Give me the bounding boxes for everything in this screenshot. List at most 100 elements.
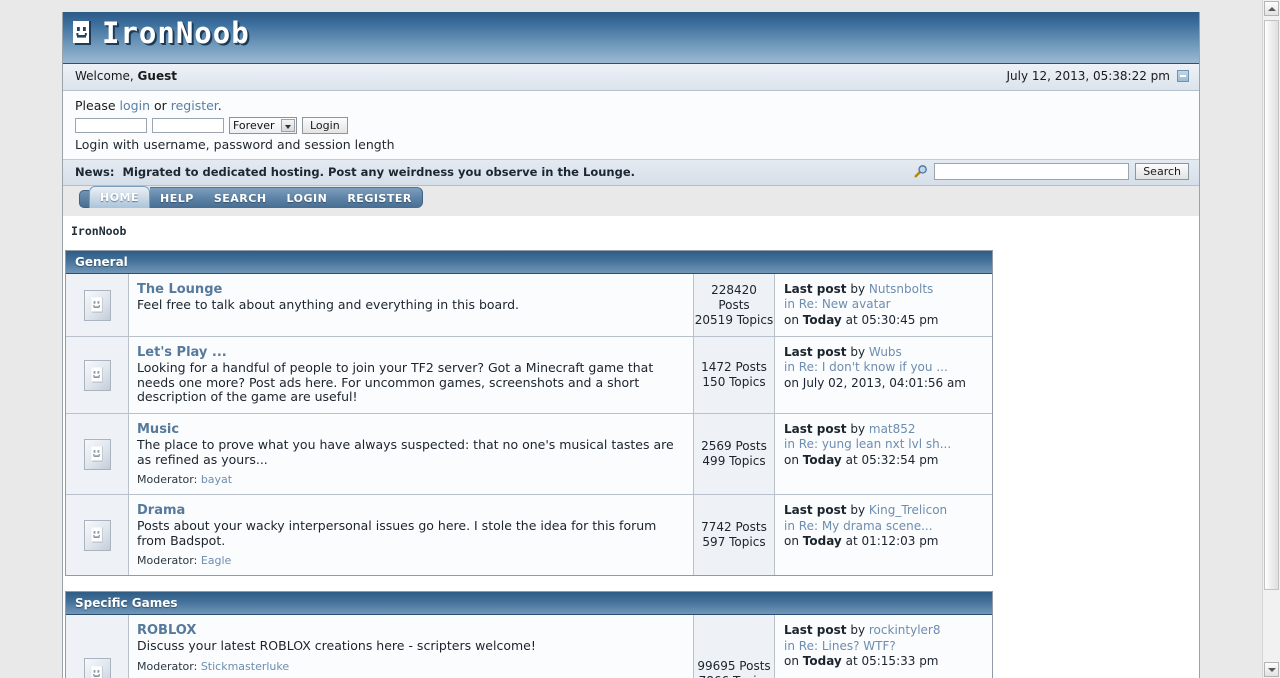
last-post-subject[interactable]: Re: My drama scene... xyxy=(799,519,933,533)
stats-posts-count: 228420 xyxy=(711,282,757,297)
last-post-label: Last post xyxy=(784,345,847,360)
site-logo[interactable]: IronNoob xyxy=(73,18,250,48)
board-title-link[interactable]: Let's Play ... xyxy=(137,345,683,360)
last-post-subject[interactable]: Re: yung lean nxt lvl sh... xyxy=(799,437,951,451)
table-row[interactable]: ROBLOX Discuss your latest ROBLOX creati… xyxy=(66,615,992,678)
pixel-face-icon xyxy=(73,21,93,45)
board-description: Looking for a handful of people to join … xyxy=(137,360,654,405)
moderator-label: Moderator: xyxy=(137,473,198,487)
last-post-on: on xyxy=(784,452,799,467)
last-post-line-time: on July 02, 2013, 04:01:56 am xyxy=(784,376,984,391)
last-post-label: Last post xyxy=(784,421,847,436)
board-stats: 228420 Posts 20519 Topics xyxy=(693,274,775,337)
tab-register[interactable]: REGISTER xyxy=(337,187,423,208)
session-length-select[interactable]: Forever xyxy=(229,117,297,134)
news-message: News: Migrated to dedicated hosting. Post… xyxy=(75,165,635,179)
board-icon xyxy=(83,289,111,321)
scrollbar-thumb[interactable] xyxy=(1264,20,1279,590)
stats-topics: 597 Topics xyxy=(702,535,766,550)
table-row[interactable]: Music The place to prove what you have a… xyxy=(66,413,992,496)
last-post-line-time: on Today at 05:32:54 pm xyxy=(784,453,984,468)
last-post-author[interactable]: King_Trelicon xyxy=(869,503,947,517)
category-header[interactable]: Specific Games xyxy=(66,592,992,616)
scroll-up-button[interactable] xyxy=(1264,1,1279,16)
last-post-in: in xyxy=(784,297,795,312)
tab-search[interactable]: SEARCH xyxy=(203,187,277,208)
stats-posts-count: 7742 Posts xyxy=(701,520,767,535)
last-post-line-subject: in Re: yung lean nxt lvl sh... xyxy=(784,437,984,452)
register-link[interactable]: register xyxy=(171,98,218,113)
last-post-subject[interactable]: Re: New avatar xyxy=(799,297,891,311)
tab-home[interactable]: HOME xyxy=(89,186,151,208)
board-title-link[interactable]: The Lounge xyxy=(137,282,683,297)
last-post-subject[interactable]: Re: Lines? WTF? xyxy=(799,639,896,653)
last-post-at: at xyxy=(845,654,858,669)
tab-login[interactable]: LOGIN xyxy=(276,187,338,208)
login-prompt: Please login or register. xyxy=(75,98,1199,113)
category-header[interactable]: General xyxy=(66,251,992,274)
last-post-by: by xyxy=(850,623,866,638)
last-post-line-time: on Today at 05:15:33 pm xyxy=(784,654,984,669)
last-post-line-time: on Today at 05:30:45 pm xyxy=(784,313,984,328)
last-post-subject[interactable]: Re: I don't know if you ... xyxy=(799,360,948,374)
breadcrumb[interactable]: IronNoob xyxy=(63,216,1199,244)
board-title-link[interactable]: ROBLOX xyxy=(137,623,683,638)
board-title-link[interactable]: Drama xyxy=(137,503,683,518)
last-post-author[interactable]: mat852 xyxy=(869,422,916,436)
last-post-author[interactable]: Wubs xyxy=(869,345,902,359)
last-post-in: in xyxy=(784,518,795,533)
username-input[interactable] xyxy=(75,118,147,133)
board-last-post: Last post by mat852 in Re: yung lean nxt… xyxy=(775,413,992,495)
last-post-line-author: Last post by Nutsnbolts xyxy=(784,282,984,297)
login-button[interactable]: Login xyxy=(302,117,348,134)
login-form-row: Forever Login xyxy=(75,117,1199,134)
login-prompt-period: . xyxy=(217,98,222,113)
board-info: Music The place to prove what you have a… xyxy=(129,413,693,495)
last-post-line-time: on Today at 01:12:03 pm xyxy=(784,534,984,549)
login-panel: Please login or register. Forever Login … xyxy=(63,91,1199,160)
last-post-day: Today xyxy=(802,452,842,467)
login-prompt-or: or xyxy=(150,98,171,113)
last-post-time: 01:12:03 pm xyxy=(861,533,939,548)
search-button[interactable]: Search xyxy=(1135,163,1189,180)
chevron-down-icon[interactable] xyxy=(281,119,295,132)
main-navigation: HOME HELP SEARCH LOGIN REGISTER xyxy=(63,186,1199,216)
board-title-link[interactable]: Music xyxy=(137,422,683,437)
table-row[interactable]: Drama Posts about your wacky interperson… xyxy=(66,495,992,576)
moderator-link[interactable]: Eagle xyxy=(201,554,232,567)
table-row[interactable]: Let's Play ... Looking for a handful of … xyxy=(66,337,992,414)
board-info: ROBLOX Discuss your latest ROBLOX creati… xyxy=(129,615,693,678)
stats-topics: 7866 Topics xyxy=(699,674,770,678)
vertical-scrollbar[interactable] xyxy=(1262,0,1280,678)
last-post-time: July 02, 2013, 04:01:56 am xyxy=(802,375,966,390)
last-post-day: Today xyxy=(802,654,842,669)
board-icon-cell xyxy=(66,413,129,495)
board-icon-cell xyxy=(66,337,129,413)
welcome-message: Welcome, Guest xyxy=(75,69,177,83)
last-post-on: on xyxy=(784,654,799,669)
moderator-link[interactable]: bayat xyxy=(201,473,232,486)
stats-posts-count: 1472 Posts xyxy=(701,360,767,375)
table-row[interactable]: The Lounge Feel free to talk about anyth… xyxy=(66,274,992,338)
last-post-author[interactable]: Nutsnbolts xyxy=(869,282,933,296)
last-post-line-subject: in Re: Lines? WTF? xyxy=(784,639,984,654)
password-input[interactable] xyxy=(152,118,224,133)
last-post-day: Today xyxy=(802,533,842,548)
search-input[interactable] xyxy=(934,163,1130,180)
board-stats: 1472 Posts 150 Topics xyxy=(693,337,775,413)
last-post-in: in xyxy=(784,437,795,452)
board-icon-cell xyxy=(66,274,129,337)
site-header: IronNoob xyxy=(63,12,1199,64)
search-area: Search xyxy=(913,163,1189,180)
tab-help[interactable]: HELP xyxy=(150,187,204,208)
scroll-down-button[interactable] xyxy=(1264,662,1279,677)
login-link[interactable]: login xyxy=(120,98,150,113)
welcome-username: Guest xyxy=(137,69,177,83)
current-datetime: July 12, 2013, 05:38:22 pm xyxy=(1006,69,1170,83)
collapse-icon[interactable] xyxy=(1177,70,1189,82)
board-icon xyxy=(83,658,111,678)
caret-up-icon xyxy=(1267,6,1276,11)
last-post-author[interactable]: rockintyler8 xyxy=(869,623,941,637)
last-post-time: 05:32:54 pm xyxy=(861,452,939,467)
moderator-link[interactable]: Stickmasterluke xyxy=(201,660,289,673)
